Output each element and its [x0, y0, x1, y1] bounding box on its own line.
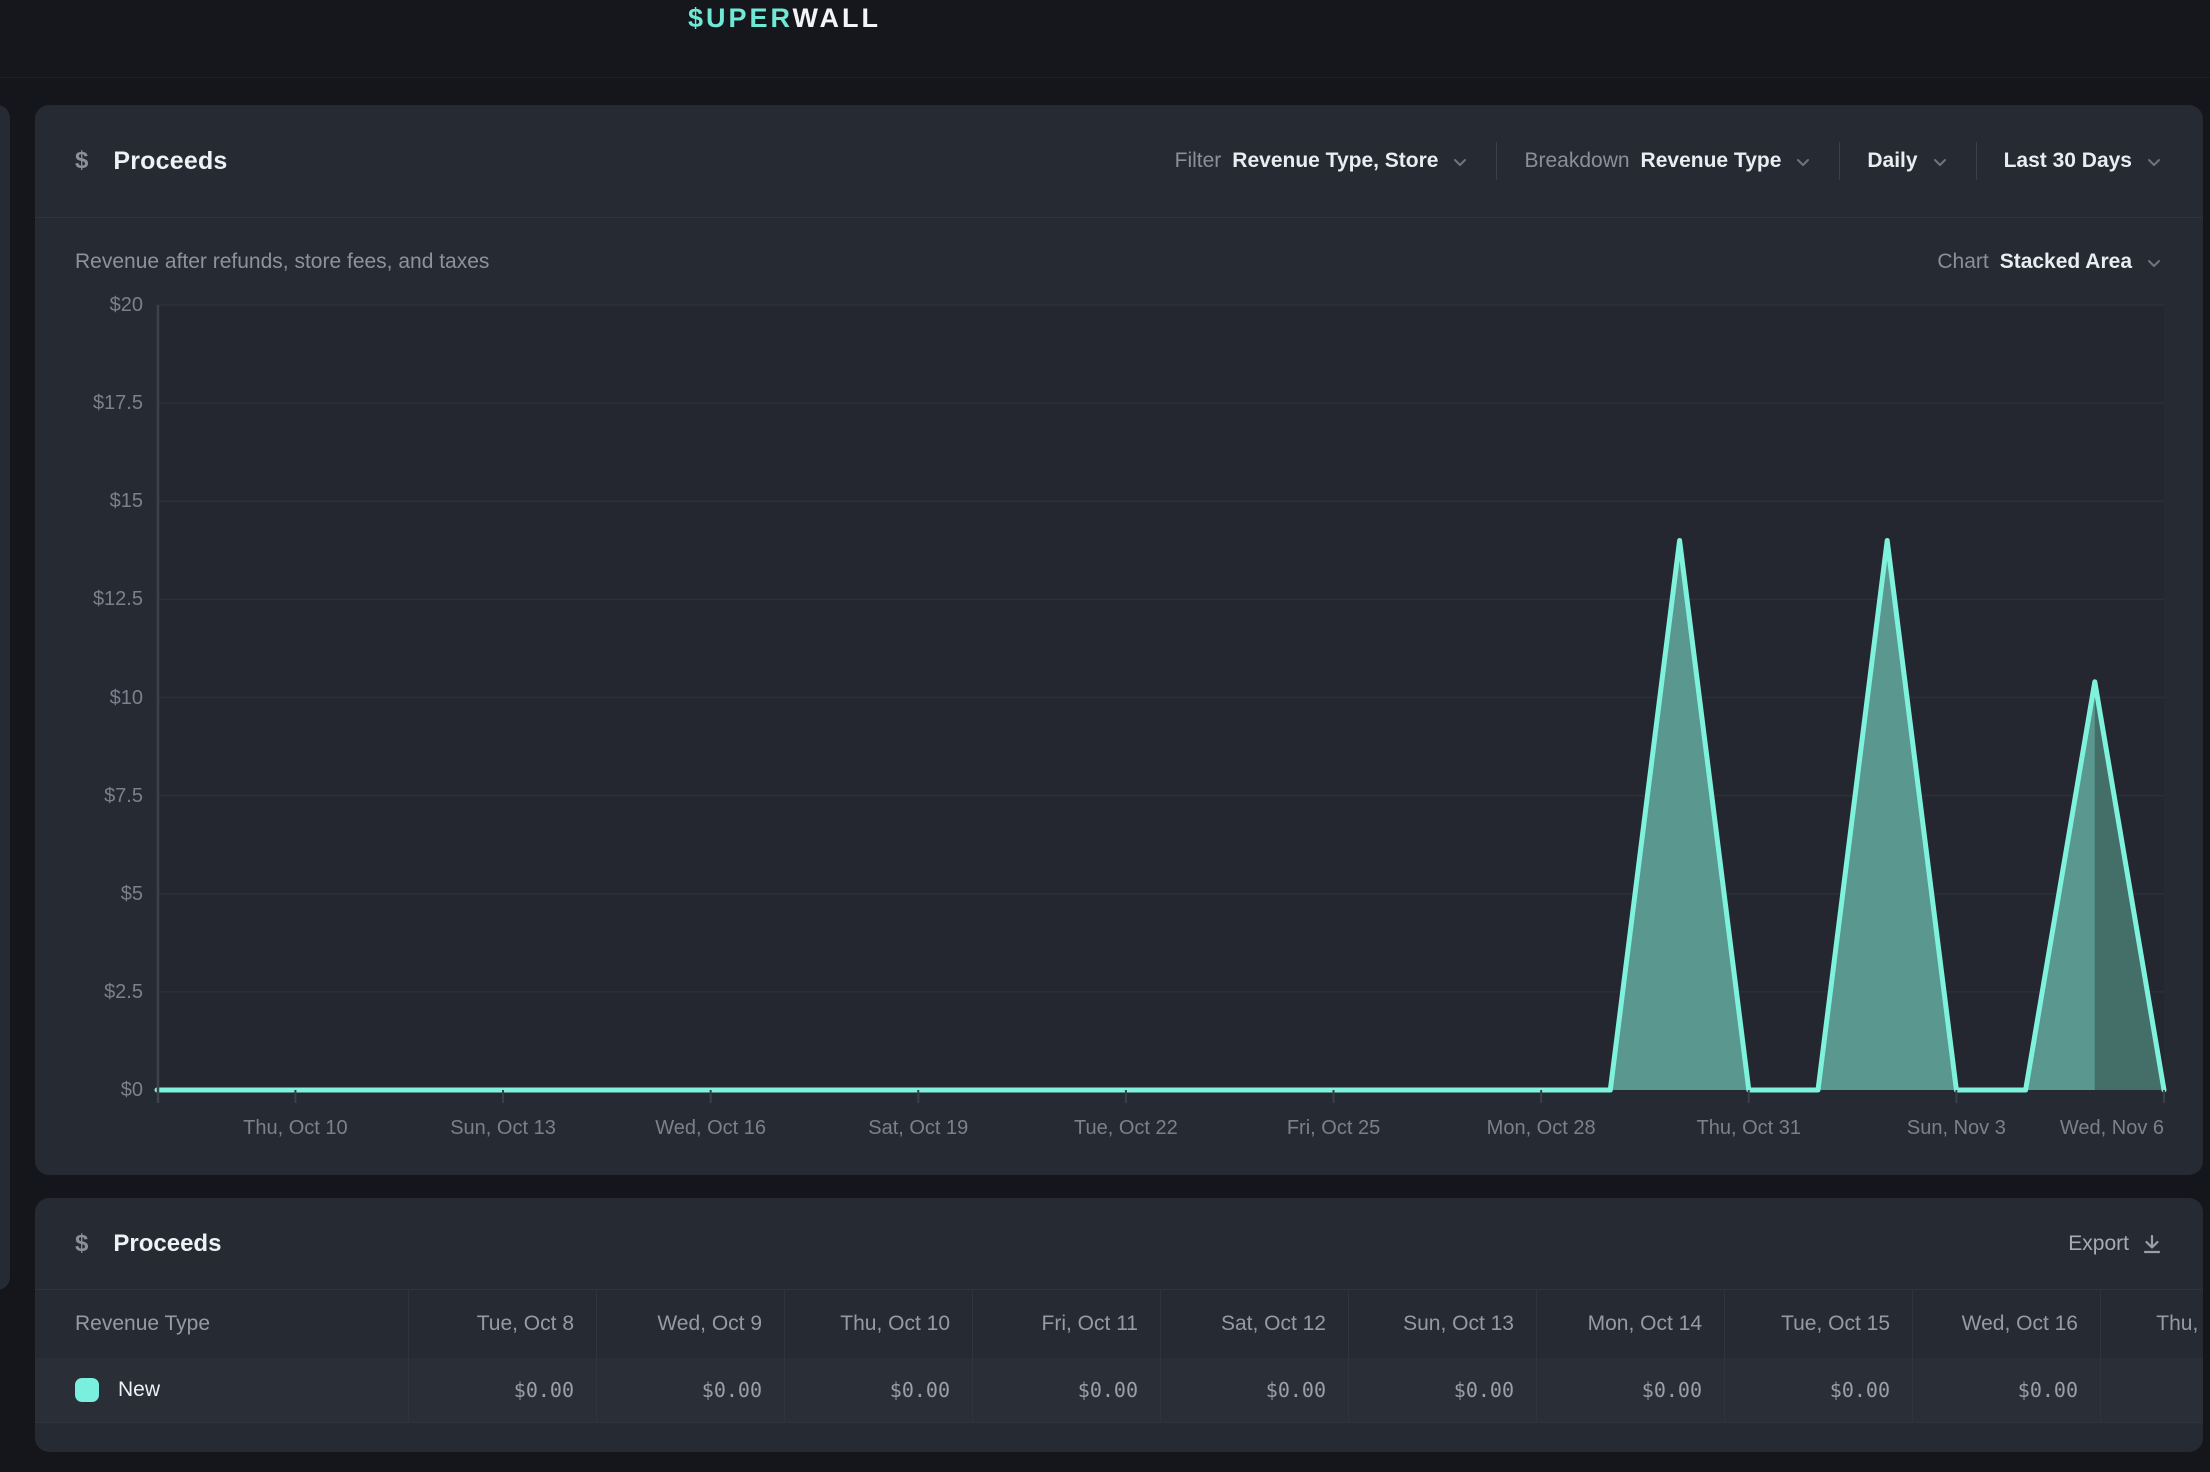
stacked-area-chart[interactable] [157, 305, 2164, 1090]
download-icon [2141, 1233, 2163, 1255]
granularity-dropdown[interactable]: Daily [1867, 149, 1948, 173]
table-value-cell: $0.00 [1724, 1358, 1912, 1422]
y-axis-tick-label: $7.5 [65, 784, 143, 808]
table-header-cell: Revenue Type [35, 1290, 408, 1358]
breakdown-label: Breakdown [1524, 149, 1629, 173]
chart-type-label: Chart [1937, 250, 1988, 274]
chevron-down-icon [1451, 153, 1469, 171]
series-swatch [75, 1378, 99, 1402]
chart-card-title: Proceeds [113, 147, 227, 176]
chart-type-dropdown[interactable]: Chart Stacked Area [1937, 250, 2163, 274]
table-value-cell: $0.00 [1912, 1358, 2100, 1422]
controls-divider [1976, 142, 1977, 180]
y-axis-tick-label: $15 [65, 489, 143, 513]
chart-subtitle: Revenue after refunds, store fees, and t… [75, 250, 489, 274]
table-value-cell: $0.00 [2100, 1358, 2203, 1422]
x-axis-tick-label: Fri, Oct 25 [1287, 1117, 1380, 1140]
controls-divider [1839, 142, 1840, 180]
table-card-header: $ Proceeds Export [35, 1198, 2203, 1290]
top-bar: $UPERWALL [0, 0, 2210, 78]
series-name: New [118, 1378, 160, 1402]
table-card-title: Proceeds [113, 1230, 221, 1258]
table-header-cell: Thu, Oct 17 [2100, 1290, 2203, 1358]
date-range-value: Last 30 Days [2004, 149, 2132, 173]
y-axis-tick-label: $20 [65, 293, 143, 317]
y-axis-tick-label: $5 [65, 882, 143, 906]
chart-controls: Filter Revenue Type, Store Breakdown Rev… [1175, 142, 2163, 180]
y-axis-tick-label: $0 [65, 1078, 143, 1102]
x-axis-tick-label: Wed, Nov 6 [2060, 1117, 2164, 1140]
dollar-icon: $ [75, 1230, 88, 1258]
export-button[interactable]: Export [2068, 1232, 2163, 1256]
table-header-cell: Wed, Oct 16 [1912, 1290, 2100, 1358]
chevron-down-icon [2145, 254, 2163, 272]
table-header-cell: Wed, Oct 9 [596, 1290, 784, 1358]
dollar-icon: $ [75, 147, 88, 175]
x-axis-tick-label: Wed, Oct 16 [655, 1117, 766, 1140]
left-edge-card-sliver [0, 105, 10, 1290]
filter-dropdown[interactable]: Filter Revenue Type, Store [1175, 149, 1470, 173]
logo-accent-text: $UPER [688, 3, 793, 33]
table-header-cell: Sun, Oct 13 [1348, 1290, 1536, 1358]
x-axis-tick-label: Sun, Oct 13 [450, 1117, 556, 1140]
table-row: New $0.00 $0.00 $0.00 $0.00 $0.00 $0.00 … [35, 1358, 2203, 1423]
breakdown-dropdown[interactable]: Breakdown Revenue Type [1524, 149, 1812, 173]
table-header-cell: Sat, Oct 12 [1160, 1290, 1348, 1358]
logo-rest-text: WALL [793, 3, 881, 33]
x-axis-tick-label: Sat, Oct 19 [868, 1117, 968, 1140]
breakdown-value: Revenue Type [1641, 149, 1782, 173]
controls-divider [1496, 142, 1497, 180]
chart-type-value: Stacked Area [2000, 250, 2132, 274]
x-axis-tick-label: Thu, Oct 10 [243, 1117, 348, 1140]
chevron-down-icon [2145, 153, 2163, 171]
export-label: Export [2068, 1232, 2129, 1256]
superwall-logo: $UPERWALL [688, 0, 881, 36]
y-axis-tick-label: $12.5 [65, 587, 143, 611]
x-axis-labels: Thu, Oct 10 Sun, Oct 13 Wed, Oct 16 Sat, Oc… [157, 1117, 2164, 1147]
granularity-value: Daily [1867, 149, 1917, 173]
table-value-cell: $0.00 [1536, 1358, 1724, 1422]
x-axis-tick-label: Thu, Oct 31 [1697, 1117, 1802, 1140]
proceeds-chart-card: $ Proceeds Filter Revenue Type, Store Br… [35, 105, 2203, 1175]
table-value-cell: $0.00 [1348, 1358, 1536, 1422]
y-axis-tick-label: $10 [65, 686, 143, 710]
table-value-cell: $0.00 [972, 1358, 1160, 1422]
series-name-cell: New [35, 1358, 408, 1422]
proceeds-table-card[interactable]: $ Proceeds Export Revenue Type Tue, Oct … [35, 1198, 2203, 1452]
chart-subtitle-row: Revenue after refunds, store fees, and t… [35, 218, 2203, 305]
date-range-dropdown[interactable]: Last 30 Days [2004, 149, 2163, 173]
x-axis-tick-label: Mon, Oct 28 [1487, 1117, 1596, 1140]
table-value-cell: $0.00 [596, 1358, 784, 1422]
y-axis-tick-label: $17.5 [65, 391, 143, 415]
table-header-cell: Tue, Oct 15 [1724, 1290, 1912, 1358]
table-header-cell: Mon, Oct 14 [1536, 1290, 1724, 1358]
x-axis-tick-label: Sun, Nov 3 [1907, 1117, 2006, 1140]
chevron-down-icon [1931, 153, 1949, 171]
table-value-cell: $0.00 [1160, 1358, 1348, 1422]
chart-card-header: $ Proceeds Filter Revenue Type, Store Br… [35, 105, 2203, 218]
table-header-cell: Fri, Oct 11 [972, 1290, 1160, 1358]
filter-value: Revenue Type, Store [1232, 149, 1438, 173]
y-axis-tick-label: $2.5 [65, 980, 143, 1004]
table-value-cell: $0.00 [408, 1358, 596, 1422]
table-header-cell: Thu, Oct 10 [784, 1290, 972, 1358]
table-header-row: Revenue Type Tue, Oct 8 Wed, Oct 9 Thu, … [35, 1290, 2203, 1358]
table-header-cell: Tue, Oct 8 [408, 1290, 596, 1358]
table-value-cell: $0.00 [784, 1358, 972, 1422]
filter-label: Filter [1175, 149, 1222, 173]
chevron-down-icon [1794, 153, 1812, 171]
x-axis-tick-label: Tue, Oct 22 [1074, 1117, 1178, 1140]
